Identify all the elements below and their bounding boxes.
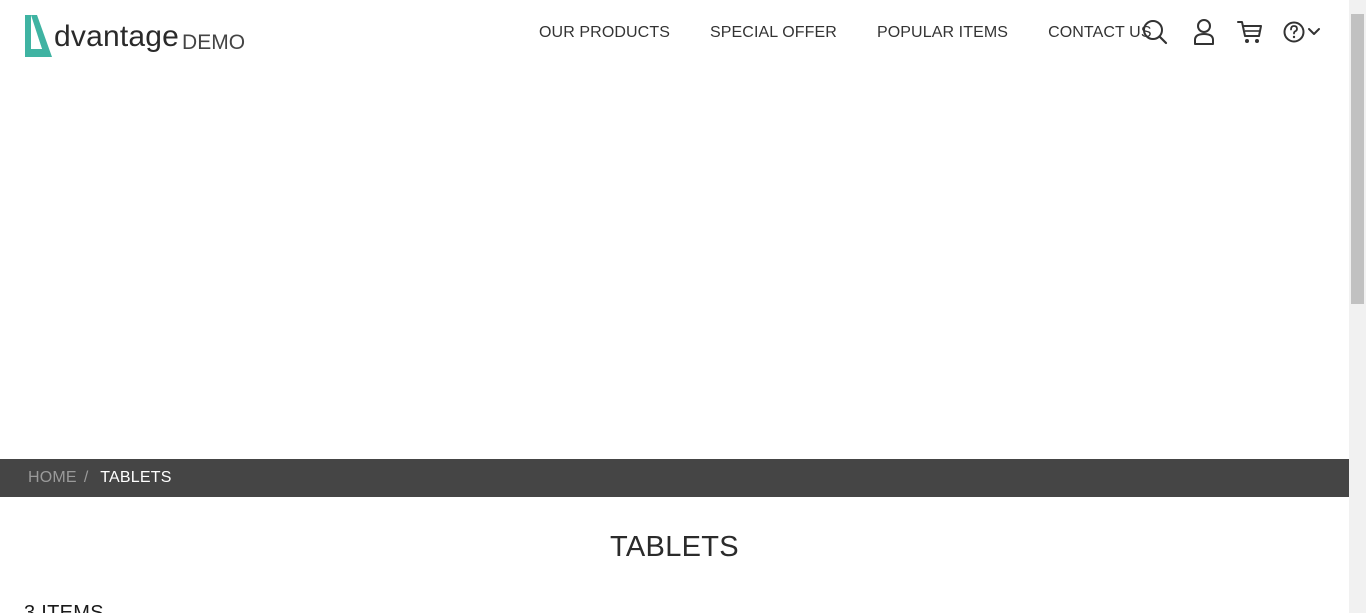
help-icon bbox=[1283, 21, 1305, 43]
breadcrumb-separator: / bbox=[83, 469, 89, 486]
page-title: TABLETS bbox=[610, 531, 739, 563]
header-icons bbox=[1142, 18, 1322, 46]
chevron-down-icon bbox=[1308, 28, 1320, 35]
scrollbar-thumb[interactable] bbox=[1351, 14, 1364, 304]
nav-contact-us[interactable]: CONTACT US bbox=[1048, 22, 1152, 44]
breadcrumb-current: TABLETS bbox=[100, 469, 172, 486]
nav-our-products[interactable]: OUR PRODUCTS bbox=[539, 22, 670, 44]
logo-demo-label: DEMO bbox=[182, 31, 246, 54]
breadcrumb: HOME / TABLETS bbox=[0, 459, 1349, 497]
vertical-scrollbar[interactable] bbox=[1349, 0, 1366, 613]
cart-icon[interactable] bbox=[1236, 18, 1264, 46]
logo-word: dvantage bbox=[54, 20, 180, 53]
page: dvantage DEMO OUR PRODUCTS SPECIAL OFFER… bbox=[0, 0, 1366, 613]
nav-popular-items[interactable]: POPULAR ITEMS bbox=[877, 22, 1008, 44]
hero-banner bbox=[0, 70, 1349, 459]
header: dvantage DEMO OUR PRODUCTS SPECIAL OFFER… bbox=[0, 0, 1349, 70]
items-count: 3 ITEMS bbox=[24, 602, 104, 613]
logo[interactable]: dvantage DEMO bbox=[22, 9, 245, 59]
main-nav: OUR PRODUCTS SPECIAL OFFER POPULAR ITEMS… bbox=[539, 22, 1152, 44]
breadcrumb-home-link[interactable]: HOME bbox=[28, 469, 77, 487]
nav-special-offer[interactable]: SPECIAL OFFER bbox=[710, 22, 837, 44]
search-icon[interactable] bbox=[1142, 18, 1168, 46]
viewport: dvantage DEMO OUR PRODUCTS SPECIAL OFFER… bbox=[0, 0, 1349, 613]
user-icon[interactable] bbox=[1192, 18, 1216, 46]
logo-mark-icon bbox=[25, 15, 52, 57]
help-menu[interactable] bbox=[1282, 18, 1322, 46]
